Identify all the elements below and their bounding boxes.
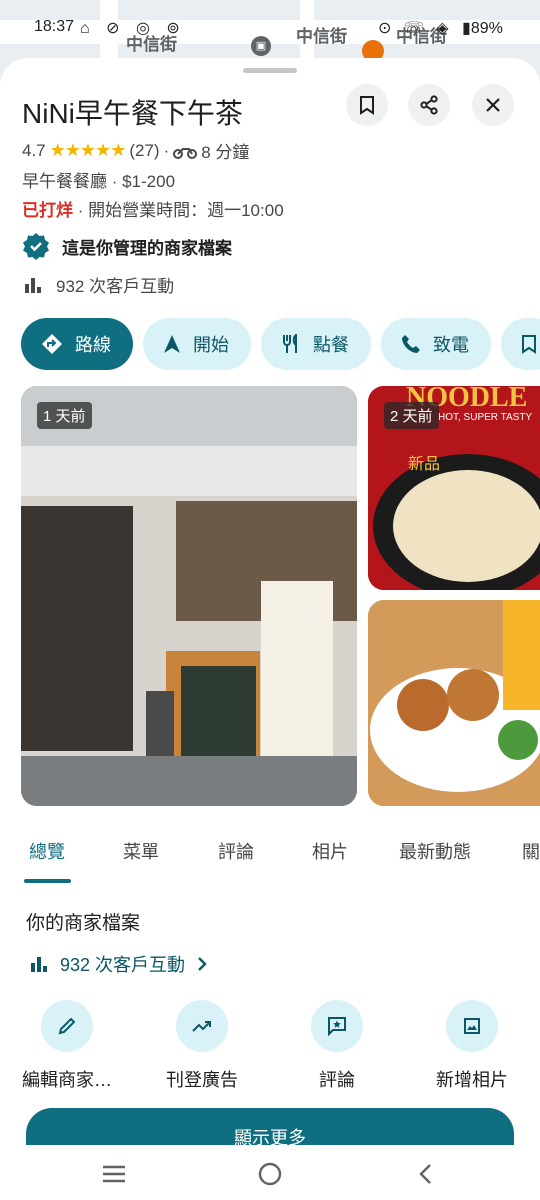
noodle-promo-photo[interactable]: NOODLE HOT, SUPER TASTY 新品 2 天前 bbox=[368, 386, 540, 590]
back-chevron-icon bbox=[419, 1164, 431, 1184]
promo-subtitle: HOT, SUPER TASTY bbox=[438, 412, 533, 423]
recents-icon bbox=[103, 1165, 125, 1183]
separator: · bbox=[163, 140, 170, 160]
interactions-link[interactable]: 932 次客戶互動 bbox=[30, 951, 207, 977]
photo-age-badge: 2 天前 bbox=[384, 402, 439, 429]
system-navigation-bar bbox=[0, 1145, 540, 1200]
place-sheet: NiNi早午餐下午茶 4.7 ★★★★★ (27) · 8 分鐘 早午餐餐廳 ·… bbox=[0, 58, 540, 1200]
opening-hours: · 開始營業時間：週一10:00 bbox=[73, 201, 284, 220]
battery-level: ▮89% bbox=[462, 20, 503, 37]
action-chips: 路線 開始 點餐 致電 bbox=[21, 318, 540, 370]
restaurant-icon bbox=[283, 334, 297, 353]
business-section-title: 你的商家檔案 bbox=[26, 913, 141, 934]
recents-button[interactable] bbox=[99, 1159, 129, 1189]
tab-photos[interactable]: 相片 bbox=[312, 838, 348, 864]
directions-label: 路線 bbox=[75, 335, 111, 355]
bar-chart-icon bbox=[25, 277, 41, 293]
chevron-right-icon bbox=[198, 957, 207, 971]
directions-icon bbox=[42, 334, 62, 354]
phone-icon bbox=[402, 335, 420, 353]
bar-chart-icon bbox=[31, 957, 47, 972]
verified-badge-icon bbox=[23, 233, 49, 260]
managed-label: 這是你管理的商家檔案 bbox=[62, 238, 232, 258]
rating-stars: ★★★★★ bbox=[49, 140, 127, 160]
notification-icons: ⌂ ⊘ ◎ ⊚ bbox=[80, 20, 186, 37]
advertise-label: 刊登廣告 bbox=[166, 1070, 238, 1090]
category-price: 早午餐餐廳 · $1-200 bbox=[22, 172, 176, 191]
storefront-image bbox=[21, 386, 357, 806]
advertise-button[interactable]: 刊登廣告 bbox=[137, 1000, 267, 1092]
interactions-link-label: 932 次客戶互動 bbox=[60, 955, 186, 975]
add-photo-label: 新增相片 bbox=[436, 1070, 508, 1090]
quick-action-circle bbox=[176, 1000, 228, 1052]
tab-menu[interactable]: 菜單 bbox=[123, 838, 159, 864]
back-button[interactable] bbox=[410, 1159, 440, 1189]
edit-profile-button[interactable]: 編輯商家… bbox=[2, 1000, 132, 1092]
hours-row[interactable]: 已打烊 · 開始營業時間：週一10:00 bbox=[22, 196, 284, 221]
home-button[interactable] bbox=[255, 1159, 285, 1189]
storefront-photo[interactable]: 1 天前 bbox=[21, 386, 357, 806]
bookmark-icon bbox=[522, 335, 536, 354]
navigation-arrow-icon bbox=[164, 335, 180, 353]
tab-reviews[interactable]: 評論 bbox=[218, 838, 254, 864]
pencil-icon bbox=[58, 1017, 76, 1035]
active-tab-indicator bbox=[24, 879, 71, 883]
tab-about[interactable]: 關 bbox=[522, 838, 540, 864]
home-circle-icon bbox=[258, 1162, 282, 1186]
call-button[interactable]: 致電 bbox=[381, 318, 491, 370]
quick-action-circle bbox=[311, 1000, 363, 1052]
rating-value: 4.7 bbox=[22, 140, 46, 160]
place-title: NiNi早午餐下午茶 bbox=[22, 98, 243, 129]
close-button[interactable] bbox=[472, 84, 514, 126]
start-label: 開始 bbox=[193, 335, 229, 355]
brunch-plate-photo[interactable] bbox=[368, 600, 540, 806]
trending-up-icon bbox=[192, 1021, 211, 1032]
reviews-label: 評論 bbox=[319, 1070, 355, 1090]
reviews-button[interactable]: 評論 bbox=[272, 1000, 402, 1092]
tab-overview[interactable]: 總覽 bbox=[29, 838, 65, 864]
bookmark-icon bbox=[360, 96, 374, 115]
promo-new-label: 新品 bbox=[408, 456, 441, 473]
review-star-icon bbox=[328, 1017, 346, 1036]
call-label: 致電 bbox=[433, 335, 469, 355]
interactions-count: 932 次客戶互動 bbox=[56, 277, 175, 296]
tab-updates[interactable]: 最新動態 bbox=[399, 838, 471, 864]
share-button[interactable] bbox=[408, 84, 450, 126]
status-time: 18:37 bbox=[34, 18, 75, 35]
interactions-row: 932 次客戶互動 bbox=[24, 272, 174, 297]
order-label: 點餐 bbox=[313, 335, 349, 355]
add-photo-button[interactable]: 新增相片 bbox=[407, 1000, 537, 1092]
motorcycle-icon bbox=[173, 147, 198, 159]
review-count: (27) bbox=[129, 140, 160, 160]
save-chip[interactable] bbox=[501, 318, 540, 370]
drag-handle[interactable] bbox=[243, 68, 297, 73]
start-button[interactable]: 開始 bbox=[143, 318, 251, 370]
order-button[interactable]: 點餐 bbox=[261, 318, 371, 370]
directions-button[interactable]: 路線 bbox=[21, 318, 133, 370]
edit-profile-label: 編輯商家… bbox=[22, 1070, 112, 1090]
rating-row[interactable]: 4.7 ★★★★★ (27) · 8 分鐘 bbox=[22, 138, 249, 163]
place-tabs: 總覽 菜單 評論 相片 最新動態 關 bbox=[0, 828, 540, 884]
open-status: 已打烊 bbox=[22, 201, 73, 220]
status-bar: 18:37 ⌂ ⊘ ◎ ⊚ ⊙ ☏ ◈ ▮89% bbox=[0, 14, 540, 44]
system-icons: ⊙ ☏ ◈ bbox=[378, 20, 453, 37]
quick-action-circle bbox=[41, 1000, 93, 1052]
photo-age-badge: 1 天前 bbox=[37, 402, 92, 429]
save-button[interactable] bbox=[346, 84, 388, 126]
close-icon bbox=[486, 98, 500, 112]
brunch-plate-image bbox=[368, 600, 540, 806]
share-icon bbox=[420, 95, 438, 115]
managed-profile-row: 這是你管理的商家檔案 bbox=[22, 232, 232, 260]
travel-time: 8 分鐘 bbox=[201, 143, 250, 162]
image-icon bbox=[464, 1018, 480, 1034]
quick-action-circle bbox=[446, 1000, 498, 1052]
